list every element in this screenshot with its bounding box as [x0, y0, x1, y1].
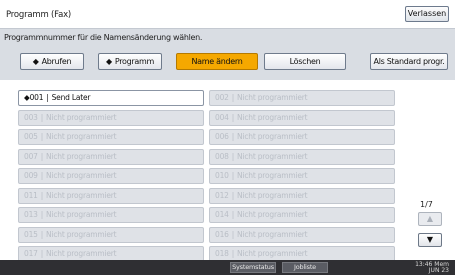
program-number: 010 — [215, 171, 229, 180]
program-slot[interactable]: 010 | Nicht programmiert — [209, 168, 395, 184]
program-name: Nicht programmiert — [237, 210, 308, 219]
arrow-up-icon: ▲ — [426, 214, 434, 223]
program-number: 006 — [215, 132, 229, 141]
program-slot[interactable]: 009 | Nicht programmiert — [18, 168, 204, 184]
program-slot[interactable]: 014 | Nicht programmiert — [209, 207, 395, 223]
program-slot[interactable]: 015 | Nicht programmiert — [18, 226, 204, 243]
job-list-button[interactable]: Jobliste — [282, 262, 328, 273]
arrow-down-icon: ▼ — [426, 235, 434, 244]
status-bar: Systemstatus Jobliste 13:46 Mem JUN 23 — [0, 260, 455, 275]
program-name: Nicht programmiert — [46, 249, 117, 258]
separator: | — [40, 151, 44, 161]
program-button[interactable]: ◆ Programm — [98, 53, 162, 70]
program-slot[interactable]: 012 | Nicht programmiert — [209, 187, 395, 204]
program-number: 002 — [215, 93, 229, 102]
page-up-button[interactable]: ▲ — [418, 212, 442, 226]
program-slot[interactable]: 004 | Nicht programmiert — [209, 109, 395, 126]
separator: | — [40, 229, 44, 239]
program-slot[interactable]: 007 | Nicht programmiert — [18, 148, 204, 165]
program-name: Nicht programmiert — [237, 93, 308, 102]
program-number: 003 — [24, 112, 38, 122]
program-name: Nicht programmiert — [237, 171, 308, 180]
program-slot[interactable]: 013 | Nicht programmiert — [18, 207, 204, 223]
separator: | — [231, 132, 235, 141]
separator: | — [40, 190, 44, 200]
program-number: 008 — [215, 151, 229, 161]
program-slot[interactable]: ◆001 | Send Later — [18, 90, 204, 106]
program-name: Nicht programmiert — [237, 190, 308, 200]
program-name: Nicht programmiert — [237, 112, 308, 122]
program-number: 015 — [24, 229, 38, 239]
program-slot[interactable]: 016 | Nicht programmiert — [209, 226, 395, 243]
rename-button[interactable]: Name ändern — [176, 53, 258, 70]
program-number: 001 — [29, 93, 44, 102]
instruction-text: Programmnummer für die Namensänderung wä… — [4, 33, 203, 42]
separator: | — [46, 93, 49, 102]
page-indicator: 1/7 — [420, 200, 433, 209]
program-name: Nicht programmiert — [237, 249, 308, 258]
separator: | — [231, 171, 235, 180]
program-name: Nicht programmiert — [237, 132, 308, 141]
program-name: Nicht programmiert — [46, 229, 117, 239]
toolbar-panel: Programmnummer für die Namensänderung wä… — [0, 28, 455, 80]
separator: | — [40, 171, 44, 180]
program-slot[interactable]: 002 | Nicht programmiert — [209, 90, 395, 106]
program-name: Nicht programmiert — [46, 171, 117, 180]
program-name: Nicht programmiert — [46, 190, 117, 200]
system-status-button[interactable]: Systemstatus — [230, 262, 276, 273]
separator: | — [231, 190, 235, 200]
page-down-button[interactable]: ▼ — [418, 233, 442, 247]
delete-button[interactable]: Löschen — [264, 53, 346, 70]
program-number: 007 — [24, 151, 38, 161]
program-number: 014 — [215, 210, 229, 219]
separator: | — [40, 132, 44, 141]
separator: | — [231, 210, 235, 219]
clock-day: 23 — [441, 267, 449, 274]
program-number: 012 — [215, 190, 229, 200]
program-slot[interactable]: 006 | Nicht programmiert — [209, 129, 395, 145]
separator: | — [231, 249, 235, 258]
program-name: Nicht programmiert — [237, 229, 308, 239]
program-number: 011 — [24, 190, 38, 200]
separator: | — [231, 112, 235, 122]
program-name: Nicht programmiert — [46, 151, 117, 161]
separator: | — [40, 112, 44, 122]
separator: | — [231, 229, 235, 239]
separator: | — [40, 210, 44, 219]
program-list: ◆001 | Send Later 003 | Nicht programmiert 005… — [0, 80, 455, 262]
program-name: Send Later — [51, 93, 91, 102]
window-title: Programm (Fax) — [6, 10, 72, 20]
program-name: Nicht programmiert — [46, 210, 117, 219]
separator: | — [40, 249, 44, 258]
title-bar: Programm (Fax) Verlassen — [0, 0, 455, 28]
separator: | — [231, 93, 235, 102]
program-name: Nicht programmiert — [237, 151, 308, 161]
program-slot[interactable]: 011 | Nicht programmiert — [18, 187, 204, 204]
program-slot[interactable]: 008 | Nicht programmiert — [209, 148, 395, 165]
program-number: 009 — [24, 171, 38, 180]
program-label: Programm — [114, 57, 154, 66]
clock-month: JUN — [428, 267, 440, 274]
recall-icon: ◆ — [32, 57, 39, 66]
set-default-button[interactable]: Als Standard progr. — [370, 53, 448, 70]
exit-button[interactable]: Verlassen — [405, 6, 449, 22]
program-number: 004 — [215, 112, 229, 122]
program-slot[interactable]: 003 | Nicht programmiert — [18, 109, 204, 126]
program-number: 018 — [215, 249, 229, 258]
separator: | — [231, 151, 235, 161]
program-name: Nicht programmiert — [46, 132, 117, 141]
clock: 13:46 Mem JUN 23 — [415, 262, 449, 274]
program-slot[interactable]: 005 | Nicht programmiert — [18, 129, 204, 145]
recall-button[interactable]: ◆ Abrufen — [20, 53, 84, 70]
recall-label: Abrufen — [41, 57, 72, 66]
program-number: 005 — [24, 132, 38, 141]
program-number: 013 — [24, 210, 38, 219]
program-number: 016 — [215, 229, 229, 239]
program-icon: ◆ — [105, 57, 112, 66]
program-name: Nicht programmiert — [46, 112, 117, 122]
program-number: 017 — [24, 249, 38, 258]
